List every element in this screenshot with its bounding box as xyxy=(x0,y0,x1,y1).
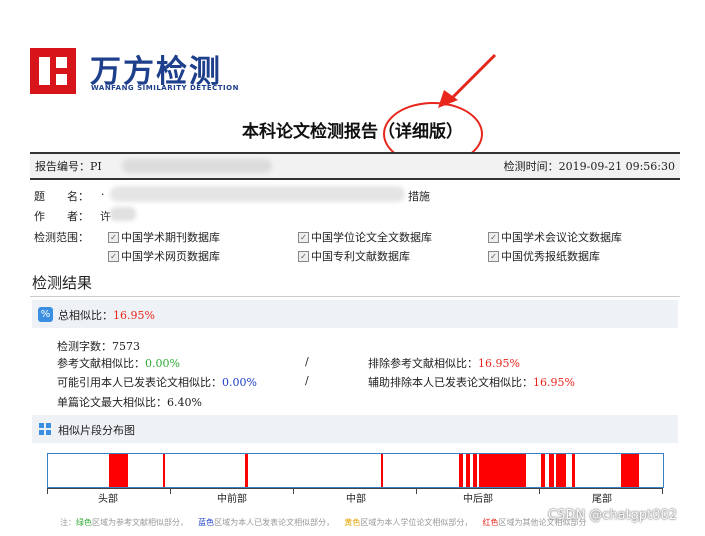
similarity-segment xyxy=(245,454,248,487)
database-item: ✓ 中国优秀报纸数据库 xyxy=(488,248,600,264)
redacted-paper-title xyxy=(110,186,405,202)
checkbox-icon: ✓ xyxy=(488,250,499,262)
axis-label-head: 头部 xyxy=(98,494,118,505)
similarity-segment xyxy=(380,454,384,487)
logo-subtitle: WANFANG SIMILARITY DETECTION xyxy=(91,84,239,92)
divider xyxy=(30,296,680,297)
self-published-similarity: 可能引用本人已发表论文相似比：0.00% xyxy=(57,376,257,389)
results-section-title: 检测结果 xyxy=(32,274,93,292)
char-count: 检测字数：7573 xyxy=(57,340,140,353)
checkbox-icon: ✓ xyxy=(298,250,309,262)
distribution-band: 相似片段分布图 xyxy=(32,415,678,443)
wanfang-logo-icon xyxy=(30,48,76,94)
distribution-title: 相似片段分布图 xyxy=(58,424,135,437)
paper-title-suffix: 措施 xyxy=(408,190,430,203)
axis-label-tail: 尾部 xyxy=(592,494,612,505)
similarity-segment xyxy=(458,454,464,487)
checkbox-icon: ✓ xyxy=(108,250,119,262)
similarity-segment xyxy=(549,454,554,487)
axis-tick xyxy=(539,488,540,494)
annotation-arrow-icon xyxy=(438,53,497,108)
database-item: ✓ 中国学术期刊数据库 xyxy=(108,229,220,245)
slash-separator: / xyxy=(305,374,309,387)
similarity-segment xyxy=(571,454,576,487)
checkbox-icon: ✓ xyxy=(108,231,119,243)
axis-label-back-middle: 中后部 xyxy=(463,494,493,505)
similarity-segment xyxy=(478,454,527,487)
similarity-segment xyxy=(163,454,166,487)
similarity-segment xyxy=(541,454,545,487)
total-similarity: 总相似比：16.95% xyxy=(58,309,155,322)
similarity-segment xyxy=(108,454,128,487)
paper-title-prefix: · xyxy=(101,188,105,201)
max-single-similarity: 单篇论文最大相似比：6.40% xyxy=(57,396,202,409)
similarity-segment xyxy=(555,454,567,487)
database-item: ✓ 中国学位论文全文数据库 xyxy=(298,229,432,245)
report-title: 本科论文检测报告（详细版） xyxy=(242,122,463,142)
check-time: 检测时间：2019-09-21 09:56:30 xyxy=(503,160,675,173)
author-label: 作 者： xyxy=(34,210,89,223)
redacted-author xyxy=(110,207,136,221)
similarity-segment xyxy=(472,454,478,487)
distribution-axis xyxy=(47,488,663,494)
database-item: ✓ 中国专利文献数据库 xyxy=(298,248,410,264)
axis-tick xyxy=(662,488,663,494)
similarity-distribution-chart xyxy=(47,453,664,488)
grid-icon xyxy=(39,423,52,436)
axis-label-middle: 中部 xyxy=(346,494,366,505)
reference-similarity: 参考文献相似比：0.00% xyxy=(57,357,180,370)
axis-label-front-middle: 中前部 xyxy=(217,494,247,505)
axis-tick xyxy=(170,488,171,494)
slash-separator: / xyxy=(305,355,309,368)
paper-title-label: 题 名： xyxy=(34,190,89,203)
total-similarity-band: % 总相似比：16.95% xyxy=(32,300,678,328)
axis-tick xyxy=(293,488,294,494)
watermark: CSDN @chatgpt002 xyxy=(548,508,678,523)
checkbox-icon: ✓ xyxy=(488,231,499,243)
axis-tick xyxy=(47,488,48,494)
scope-label: 检测范围： xyxy=(34,231,89,244)
excluding-self-similarity: 辅助排除本人已发表论文相似比：16.95% xyxy=(368,376,575,389)
checkbox-icon: ✓ xyxy=(298,231,309,243)
excluding-reference-similarity: 排除参考文献相似比：16.95% xyxy=(368,357,520,370)
database-item: ✓ 中国学术网页数据库 xyxy=(108,248,220,264)
percent-icon: % xyxy=(38,307,53,322)
report-number: 报告编号：PI xyxy=(35,160,102,173)
database-item: ✓ 中国学术会议论文数据库 xyxy=(488,229,622,245)
report-meta-bar: 报告编号：PI 检测时间：2019-09-21 09:56:30 xyxy=(30,152,680,180)
similarity-segment xyxy=(466,454,471,487)
similarity-segment xyxy=(620,454,639,487)
axis-tick xyxy=(416,488,417,494)
redacted-report-number xyxy=(122,159,272,173)
color-legend: 注：绿色区域为参考文献相似部分， 蓝色区域为本人已发表论文相似部分， 黄色区域为… xyxy=(60,518,587,527)
